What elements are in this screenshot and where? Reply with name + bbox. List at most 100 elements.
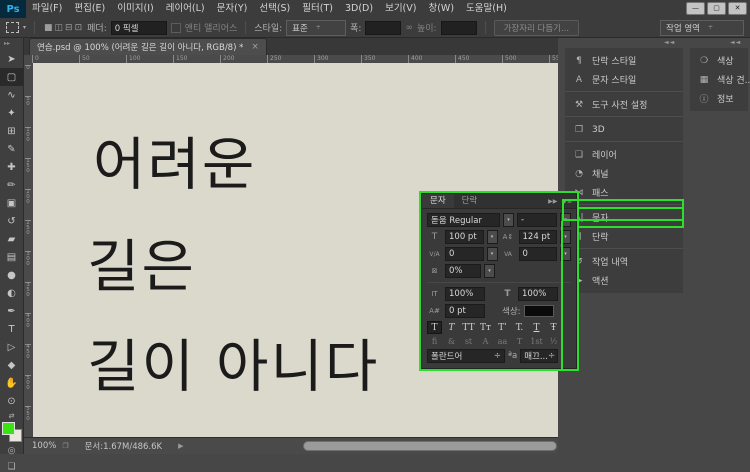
magic-wand-tool[interactable]: ✦: [0, 104, 23, 122]
dodge-tool[interactable]: ◐: [0, 284, 23, 302]
refine-edge-button[interactable]: 가장자리 다듬기...: [494, 20, 580, 36]
panel-info[interactable]: ⓘ 정보: [690, 89, 748, 108]
tool-preset-caret-icon[interactable]: ▾: [23, 24, 26, 31]
dock-collapse-icon[interactable]: ◄◄: [664, 39, 675, 46]
faux-bold-button[interactable]: T: [427, 321, 442, 334]
shape-tool[interactable]: ◆: [0, 356, 23, 374]
font-style-select[interactable]: -: [517, 213, 557, 227]
panel-character-styles[interactable]: A 문자 스타일: [565, 70, 683, 89]
zoom-level[interactable]: 100%: [32, 441, 56, 451]
link-dimensions-icon[interactable]: ∞: [405, 23, 413, 33]
caret-icon[interactable]: ▾: [487, 230, 498, 244]
pen-tool[interactable]: ✒: [0, 302, 23, 320]
toolbar-collapse-icon[interactable]: ▸▸: [0, 38, 23, 50]
lasso-tool[interactable]: ∿: [0, 86, 23, 104]
panel-channels[interactable]: ◔ 채널: [565, 164, 683, 183]
anti-alias-checkbox[interactable]: [171, 23, 181, 33]
subtract-selection-icon[interactable]: ⊟: [64, 23, 74, 33]
healing-brush-tool[interactable]: ✚: [0, 158, 23, 176]
caret-icon[interactable]: ▾: [487, 247, 498, 261]
swap-colors-icon[interactable]: ⇄: [0, 412, 23, 420]
brush-tool[interactable]: ✏: [0, 176, 23, 194]
tab-paragraph[interactable]: 단락: [454, 194, 486, 208]
crop-tool[interactable]: ⊞: [0, 122, 23, 140]
menu-item[interactable]: 이미지(I): [111, 0, 159, 18]
menu-item[interactable]: 선택(S): [253, 0, 296, 18]
leading-input[interactable]: 124 pt: [519, 230, 558, 244]
discretionary-ligatures-button[interactable]: st: [461, 337, 476, 346]
caret-icon[interactable]: ▾: [560, 247, 571, 261]
language-select[interactable]: 폴란드어 ÷: [427, 349, 505, 363]
move-tool[interactable]: ➤: [0, 50, 23, 68]
clone-stamp-tool[interactable]: ▣: [0, 194, 23, 212]
menu-item[interactable]: 보기(V): [379, 0, 422, 18]
export-icon[interactable]: ❐: [62, 442, 68, 450]
panel-3d[interactable]: ❒ 3D: [565, 120, 683, 139]
vertical-scale-input[interactable]: 100%: [445, 287, 485, 301]
superscript-button[interactable]: Tˈ: [495, 321, 510, 334]
tsume-input[interactable]: 0%: [445, 264, 481, 278]
rectangular-marquee-tool[interactable]: ▢: [0, 68, 23, 86]
baseline-shift-input[interactable]: 0 pt: [445, 304, 485, 318]
text-color-swatch[interactable]: [524, 305, 554, 317]
intersect-selection-icon[interactable]: ⊡: [74, 23, 84, 33]
panel-menu-icon[interactable]: ▼≡: [562, 198, 572, 205]
tab-character[interactable]: 문자: [422, 194, 454, 208]
fractions-button[interactable]: ½: [546, 337, 561, 346]
ordinals-button[interactable]: 1st: [529, 337, 544, 346]
collapse-panel-icon[interactable]: ▶▶: [548, 198, 557, 205]
blur-tool[interactable]: ●: [0, 266, 23, 284]
panel-swatches[interactable]: ▦ 색상 견...: [690, 70, 748, 89]
swash-button[interactable]: A: [478, 337, 493, 346]
path-selection-tool[interactable]: ▷: [0, 338, 23, 356]
panel-paragraph[interactable]: ¶ 단락: [565, 227, 683, 246]
hand-tool[interactable]: ✋: [0, 374, 23, 392]
foreground-color-swatch[interactable]: [2, 422, 15, 435]
kerning-input[interactable]: 0: [445, 247, 484, 261]
gradient-tool[interactable]: ▤: [0, 248, 23, 266]
font-family-select[interactable]: 돋움 Regular: [427, 213, 500, 227]
menu-item[interactable]: 편집(E): [68, 0, 111, 18]
menu-item[interactable]: 레이어(L): [160, 0, 211, 18]
panel-paths[interactable]: ⋈ 패스: [565, 183, 683, 202]
type-tool[interactable]: T: [0, 320, 23, 338]
status-arrow-icon[interactable]: ▶: [178, 442, 183, 450]
tab-close-icon[interactable]: ×: [251, 42, 259, 52]
close-button[interactable]: ✕: [728, 2, 747, 15]
panel-history[interactable]: ↺ 작업 내역: [565, 252, 683, 271]
subscript-button[interactable]: T.: [512, 321, 527, 334]
faux-italic-button[interactable]: T: [444, 321, 459, 334]
all-caps-button[interactable]: TT: [461, 321, 476, 334]
new-selection-icon[interactable]: ■: [43, 23, 54, 33]
menu-item[interactable]: 문자(Y): [211, 0, 254, 18]
small-caps-button[interactable]: Tᴛ: [478, 321, 493, 334]
stylistic-alternates-button[interactable]: aa: [495, 337, 510, 346]
width-input[interactable]: [365, 21, 401, 35]
screen-mode-icon[interactable]: ❏: [0, 462, 23, 472]
marquee-tool-thumbnail-icon[interactable]: [6, 22, 19, 33]
minimize-button[interactable]: —: [686, 2, 705, 15]
font-size-input[interactable]: 100 pt: [445, 230, 484, 244]
tracking-input[interactable]: 0: [519, 247, 558, 261]
titling-alternates-button[interactable]: T: [512, 337, 527, 346]
panel-color[interactable]: ❍ 색상: [690, 51, 748, 70]
history-brush-tool[interactable]: ↺: [0, 212, 23, 230]
caret-icon[interactable]: ▾: [484, 264, 495, 278]
panel-character[interactable]: A| 문자: [565, 208, 683, 227]
style-select[interactable]: 표준 ÷: [286, 20, 346, 36]
panel-tool-presets[interactable]: ⚒ 도구 사전 설정: [565, 95, 683, 114]
menu-item[interactable]: 도움말(H): [460, 0, 513, 18]
eyedropper-tool[interactable]: ✎: [0, 140, 23, 158]
panel-paragraph-styles[interactable]: ¶ 단락 스타일: [565, 51, 683, 70]
horizontal-scrollbar[interactable]: [303, 441, 557, 451]
menu-item[interactable]: 파일(F): [26, 0, 68, 18]
caret-icon[interactable]: ▾: [560, 230, 571, 244]
panel-actions[interactable]: ▶ 액션: [565, 271, 683, 290]
workspace-select[interactable]: 작업 영역 ÷: [660, 20, 744, 36]
anti-alias-select[interactable]: 매끄... ÷: [520, 349, 558, 363]
caret-icon[interactable]: ▾: [560, 213, 571, 227]
quick-mask-icon[interactable]: ◎: [0, 446, 23, 456]
menu-item[interactable]: 필터(T): [296, 0, 339, 18]
menu-item[interactable]: 창(W): [422, 0, 460, 18]
add-selection-icon[interactable]: ◫: [54, 23, 65, 33]
